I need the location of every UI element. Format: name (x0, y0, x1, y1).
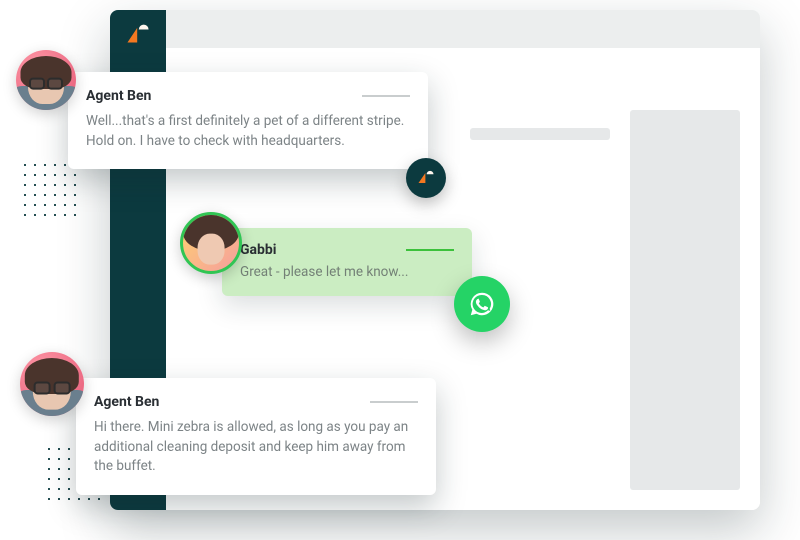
decorative-dots (20, 160, 80, 220)
message-divider (370, 401, 418, 403)
message-body: Hi there. Mini zebra is allowed, as long… (94, 418, 418, 477)
chat-message-customer: Gabbi Great - please let me know... (222, 228, 472, 296)
zendesk-logo-icon (125, 23, 151, 49)
message-divider (362, 95, 410, 97)
sender-name: Gabbi (240, 242, 277, 258)
whatsapp-icon (467, 289, 497, 319)
sender-name: Agent Ben (86, 88, 151, 104)
sender-name: Agent Ben (94, 394, 159, 410)
channel-badge-whatsapp (454, 276, 510, 332)
skeleton-panel (630, 110, 740, 490)
avatar-agent-ben (16, 50, 76, 110)
skeleton-line (470, 128, 610, 140)
message-divider (406, 249, 454, 251)
message-body: Great - please let me know... (240, 264, 454, 280)
chat-message-agent: Agent Ben Hi there. Mini zebra is allowe… (76, 378, 436, 495)
zendesk-logo-icon (416, 168, 436, 188)
top-bar (166, 10, 760, 48)
message-body: Well...that's a first definitely a pet o… (86, 112, 410, 151)
avatar-agent-ben (20, 352, 84, 416)
chat-message-agent: Agent Ben Well...that's a first definite… (68, 72, 428, 169)
brand-mark[interactable] (122, 20, 154, 52)
avatar-customer-gabbi (180, 212, 242, 274)
channel-badge-native (406, 158, 446, 198)
